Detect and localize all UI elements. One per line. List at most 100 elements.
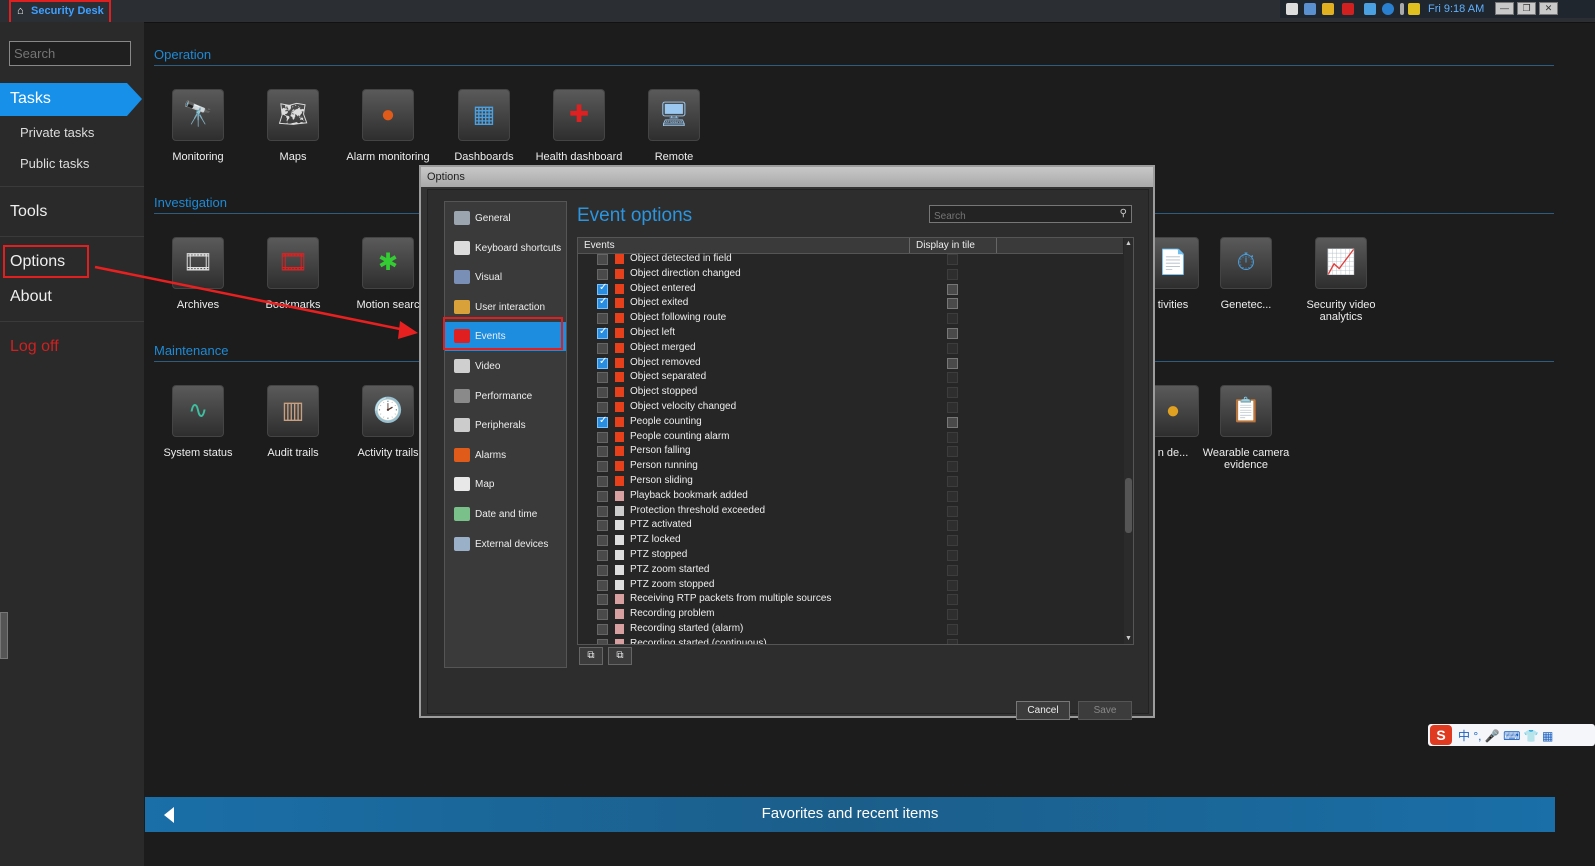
nav-item-date-and-time[interactable]: Date and time [445,500,566,529]
table-row[interactable]: PTZ zoom started [578,563,1123,578]
display-in-tile-checkbox[interactable] [947,298,958,310]
display-in-tile-checkbox[interactable] [947,535,958,547]
table-row[interactable]: Receiving RTP packets from multiple sour… [578,592,1123,607]
table-row[interactable]: Recording problem [578,607,1123,622]
table-row[interactable]: Object following route [578,311,1123,326]
event-checkbox[interactable] [597,535,608,547]
display-in-tile-checkbox[interactable] [947,505,958,517]
table-row[interactable]: Object removed [578,356,1123,371]
nav-item-alarms[interactable]: Alarms [445,441,566,470]
display-in-tile-checkbox[interactable] [947,461,958,473]
display-in-tile-checkbox[interactable] [947,564,958,576]
event-checkbox[interactable] [597,254,608,265]
table-row[interactable]: Object left [578,326,1123,341]
column-separator[interactable] [996,238,997,253]
search-icon[interactable]: ⚲ [1120,208,1127,219]
table-row[interactable]: Object stopped [578,385,1123,400]
table-row[interactable]: PTZ stopped [578,548,1123,563]
table-row[interactable]: Protection threshold exceeded [578,504,1123,519]
nav-item-general[interactable]: General [445,204,566,233]
event-search-input[interactable] [930,209,1118,224]
nav-item-peripherals[interactable]: Peripherals [445,411,566,440]
table-row[interactable]: Object velocity changed [578,400,1123,415]
event-checkbox[interactable] [597,326,608,339]
table-row[interactable]: Object direction changed [578,267,1123,282]
scrollbar-thumb[interactable] [1125,478,1132,533]
table-row[interactable]: Recording started (alarm) [578,622,1123,637]
display-in-tile-checkbox[interactable] [947,594,958,606]
display-in-tile-checkbox[interactable] [947,550,958,561]
display-in-tile-checkbox[interactable] [947,638,958,644]
column-header-display-in-tile[interactable]: Display in tile [916,240,975,251]
event-checkbox[interactable] [597,624,608,635]
event-checkbox[interactable] [597,446,608,458]
display-in-tile-checkbox[interactable] [947,490,958,502]
display-in-tile-checkbox[interactable] [947,624,958,635]
display-in-tile-checkbox[interactable] [947,372,958,384]
event-checkbox[interactable] [597,490,608,502]
event-checkbox[interactable] [597,550,608,561]
display-in-tile-checkbox[interactable] [947,446,958,458]
dialog-title-bar[interactable]: Options [421,167,1153,187]
event-checkbox[interactable] [597,579,608,591]
event-checkbox[interactable] [597,431,608,443]
table-row[interactable]: Person sliding [578,474,1123,489]
event-checkbox[interactable] [597,638,608,644]
display-in-tile-checkbox[interactable] [947,431,958,443]
display-in-tile-checkbox[interactable] [947,342,958,354]
ime-logo-icon[interactable]: S [1430,725,1452,745]
table-row[interactable]: Object detected in field [578,252,1123,267]
event-checkbox[interactable] [597,313,608,325]
event-checkbox[interactable] [597,372,608,384]
event-checkbox[interactable] [597,268,608,280]
event-checkbox[interactable] [597,342,608,354]
event-checkbox[interactable] [597,296,608,310]
event-checkbox[interactable] [597,415,608,428]
display-in-tile-checkbox[interactable] [947,268,958,280]
table-row[interactable]: Recording started (continuous) [578,637,1123,644]
table-row[interactable]: Object merged [578,341,1123,356]
event-checkbox[interactable] [597,564,608,576]
display-in-tile-checkbox[interactable] [947,357,958,369]
display-in-tile-checkbox[interactable] [947,609,958,621]
table-row[interactable]: PTZ zoom stopped [578,578,1123,593]
nav-item-visual[interactable]: Visual [445,263,566,292]
display-in-tile-checkbox[interactable] [947,520,958,532]
table-row[interactable]: Object entered [578,282,1123,297]
table-row[interactable]: Person running [578,459,1123,474]
event-checkbox[interactable] [597,505,608,517]
display-in-tile-checkbox[interactable] [947,387,958,399]
event-checkbox[interactable] [597,520,608,532]
table-row[interactable]: PTZ activated [578,518,1123,533]
display-in-tile-checkbox[interactable] [947,283,958,295]
save-button[interactable]: Save [1078,701,1132,720]
nav-item-keyboard-shortcuts[interactable]: Keyboard shortcuts [445,234,566,263]
event-checkbox[interactable] [597,609,608,621]
scroll-up-icon[interactable]: ▲ [1125,240,1132,247]
event-checkbox[interactable] [597,356,608,369]
ime-toolbar[interactable]: S 中 °, 🎤 ⌨ 👕 ▦ [1428,724,1595,746]
table-row[interactable]: Playback bookmark added [578,489,1123,504]
event-checkbox[interactable] [597,387,608,399]
event-checkbox[interactable] [597,461,608,473]
column-header-events[interactable]: Events [584,240,615,251]
column-separator[interactable] [909,238,910,253]
nav-item-video[interactable]: Video [445,352,566,381]
vertical-scrollbar[interactable]: ▲ ▼ [1124,238,1133,644]
select-all-button[interactable]: ⧉ [579,647,603,665]
deselect-all-button[interactable]: ⧉ [608,647,632,665]
nav-item-map[interactable]: Map [445,470,566,499]
table-row[interactable]: Person falling [578,444,1123,459]
event-checkbox[interactable] [597,402,608,413]
cancel-button[interactable]: Cancel [1016,701,1070,720]
nav-item-performance[interactable]: Performance [445,382,566,411]
display-in-tile-checkbox[interactable] [947,402,958,413]
display-in-tile-checkbox[interactable] [947,313,958,325]
display-in-tile-checkbox[interactable] [947,254,958,265]
display-in-tile-checkbox[interactable] [947,328,958,339]
event-search-field[interactable]: ⚲ [929,205,1132,224]
table-row[interactable]: PTZ locked [578,533,1123,548]
scroll-down-icon[interactable]: ▼ [1125,635,1132,642]
nav-item-external-devices[interactable]: External devices [445,530,566,559]
table-row[interactable]: People counting [578,415,1123,430]
